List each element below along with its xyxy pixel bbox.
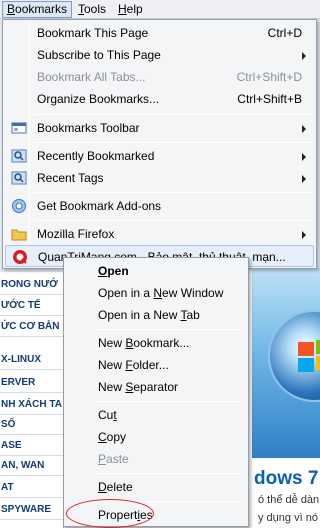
folder-search-icon xyxy=(11,149,27,163)
menu-separator xyxy=(94,401,244,402)
bookmark-context-menu: Open Open in a New Window Open in a New … xyxy=(63,257,249,527)
folder-icon xyxy=(11,229,27,241)
submenu-arrow-icon xyxy=(302,175,306,183)
context-open-new-window[interactable]: Open in a New Window xyxy=(66,282,246,304)
menu-bookmarks[interactable]: Bookmarks xyxy=(2,1,73,18)
menu-item-bookmark-all-tabs[interactable]: Bookmark All Tabs... Ctrl+Shift+D xyxy=(5,66,314,88)
nav-link[interactable]: X-LINUX xyxy=(0,349,64,370)
addons-globe-icon xyxy=(12,199,26,213)
article-text: ó thể dễ dàn xyxy=(258,494,320,506)
menu-item-organize-bookmarks[interactable]: Organize Bookmarks... Ctrl+Shift+B xyxy=(5,88,314,110)
menu-separator xyxy=(33,114,313,115)
bookmarks-toolbar-icon xyxy=(11,122,27,134)
article-preview: dows 7 v ó thể dễ dàn y dụng vì nó xyxy=(248,268,320,528)
context-new-folder[interactable]: New Folder... xyxy=(66,354,246,376)
page-left-nav: RONG NƯỚ ƯỚC TẾ ỨC CƠ BẢN X-LINUX ERVER … xyxy=(0,272,64,528)
menu-item-mozilla-firefox-folder[interactable]: Mozilla Firefox xyxy=(5,223,314,245)
quantrimang-favicon-icon xyxy=(13,250,27,264)
menu-help[interactable]: Help xyxy=(114,1,147,18)
context-open[interactable]: Open xyxy=(66,260,246,282)
context-new-separator[interactable]: New Separator xyxy=(66,376,246,398)
submenu-arrow-icon xyxy=(302,231,306,239)
menu-item-bookmarks-toolbar[interactable]: Bookmarks Toolbar xyxy=(5,117,314,139)
nav-link[interactable]: ERVER xyxy=(0,372,64,393)
menu-separator xyxy=(94,473,244,474)
nav-link[interactable]: AN, WAN xyxy=(0,455,64,476)
menu-item-recent-tags[interactable]: Recent Tags xyxy=(5,167,314,189)
windows-logo-icon xyxy=(268,310,320,402)
nav-link[interactable]: RONG NƯỚ xyxy=(0,274,64,295)
menu-item-recently-bookmarked[interactable]: Recently Bookmarked xyxy=(5,145,314,167)
menu-item-subscribe[interactable]: Subscribe to This Page xyxy=(5,44,314,66)
menu-bar: Bookmarks Tools Help xyxy=(0,0,320,19)
annotation-highlight-oval xyxy=(66,499,154,528)
nav-link[interactable]: SỐ xyxy=(0,414,64,435)
menu-separator xyxy=(94,329,244,330)
nav-link[interactable]: AT xyxy=(0,477,64,498)
nav-link[interactable]: SPYWARE xyxy=(0,499,64,520)
menu-separator xyxy=(33,220,313,221)
submenu-arrow-icon xyxy=(302,125,306,133)
article-title[interactable]: dows 7 v xyxy=(254,468,320,490)
submenu-arrow-icon xyxy=(302,153,306,161)
menu-item-get-addons[interactable]: Get Bookmark Add-ons xyxy=(5,195,314,217)
context-cut[interactable]: Cut xyxy=(66,404,246,426)
nav-link[interactable]: NH XÁCH TA xyxy=(0,394,64,415)
context-open-new-tab[interactable]: Open in a New Tab xyxy=(66,304,246,326)
folder-search-icon xyxy=(11,171,27,185)
context-copy[interactable]: Copy xyxy=(66,426,246,448)
submenu-arrow-icon xyxy=(302,52,306,60)
article-text: y dụng vì nó xyxy=(258,512,318,524)
bookmarks-menu: Bookmark This Page Ctrl+D Subscribe to T… xyxy=(2,19,317,269)
article-image xyxy=(252,268,320,458)
context-delete[interactable]: Delete xyxy=(66,476,246,498)
nav-link[interactable]: ỨC CƠ BẢN xyxy=(0,316,64,337)
menu-item-bookmark-this-page[interactable]: Bookmark This Page Ctrl+D xyxy=(5,22,314,44)
context-new-bookmark[interactable]: New Bookmark... xyxy=(66,332,246,354)
menu-tools[interactable]: Tools xyxy=(74,1,110,18)
nav-link[interactable]: ƯỚC TẾ xyxy=(0,295,64,316)
context-paste[interactable]: Paste xyxy=(66,448,246,470)
menu-separator xyxy=(33,142,313,143)
menu-separator xyxy=(33,192,313,193)
nav-link[interactable]: ASE xyxy=(0,435,64,456)
